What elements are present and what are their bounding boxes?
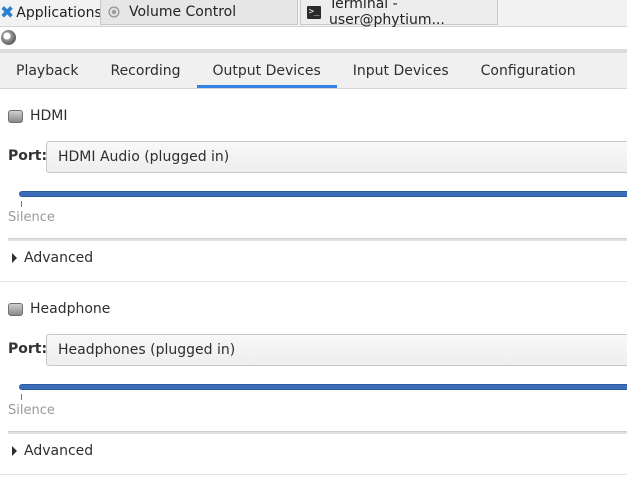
- advanced-expander[interactable]: Advanced: [12, 250, 93, 266]
- audio-card-icon: [8, 302, 23, 316]
- expander-arrow-icon: [12, 253, 17, 263]
- port-value: HDMI Audio (plugged in): [58, 149, 230, 165]
- xfce-logo-icon: ✖: [0, 2, 15, 23]
- tab-playback[interactable]: Playback: [0, 53, 94, 88]
- volume-slider[interactable]: [20, 385, 627, 389]
- slider-tick: [21, 201, 22, 207]
- port-label: Port:: [8, 148, 48, 164]
- applications-label: Applications: [16, 5, 102, 21]
- device-separator: [0, 474, 627, 475]
- terminal-icon: >_: [307, 5, 321, 19]
- port-select[interactable]: Headphones (plugged in): [46, 334, 627, 366]
- top-panel: ✖ Applications ☰ Volume Control >_ Termi…: [0, 0, 627, 28]
- advanced-label: Advanced: [24, 443, 94, 459]
- task-volume-control[interactable]: Volume Control: [100, 0, 298, 25]
- advanced-label: Advanced: [24, 250, 94, 266]
- advanced-expander[interactable]: Advanced: [12, 443, 93, 459]
- expander-arrow-icon: [12, 446, 17, 456]
- device-name: HDMI: [30, 108, 68, 124]
- tab-recording[interactable]: Recording: [94, 53, 196, 88]
- tab-configuration[interactable]: Configuration: [465, 53, 592, 88]
- tab-bar: Playback Recording Output Devices Input …: [0, 53, 627, 89]
- level-meter: [8, 431, 627, 434]
- port-label: Port:: [8, 341, 48, 357]
- slider-tick: [21, 394, 22, 400]
- silence-label: Silence: [8, 403, 55, 418]
- app-toolbar: [0, 27, 627, 49]
- port-select[interactable]: HDMI Audio (plugged in): [46, 141, 627, 173]
- task-label: Terminal - user@phytium...: [329, 0, 445, 28]
- applications-menu[interactable]: ✖ Applications ☰: [0, 0, 114, 26]
- speaker-app-icon: [1, 30, 16, 45]
- task-label: Volume Control: [129, 4, 237, 20]
- level-meter: [8, 238, 627, 241]
- tab-output-devices[interactable]: Output Devices: [196, 53, 337, 88]
- volume-slider[interactable]: [20, 192, 627, 196]
- device-header: Headphone: [8, 301, 110, 317]
- device-separator: [0, 281, 627, 282]
- audio-card-icon: [8, 109, 23, 123]
- task-terminal[interactable]: >_ Terminal - user@phytium...: [300, 0, 498, 28]
- port-value: Headphones (plugged in): [58, 342, 236, 358]
- silence-label: Silence: [8, 210, 55, 225]
- device-header: HDMI: [8, 108, 68, 124]
- device-name: Headphone: [30, 301, 111, 317]
- tab-input-devices[interactable]: Input Devices: [337, 53, 465, 88]
- volume-control-icon: [107, 5, 121, 19]
